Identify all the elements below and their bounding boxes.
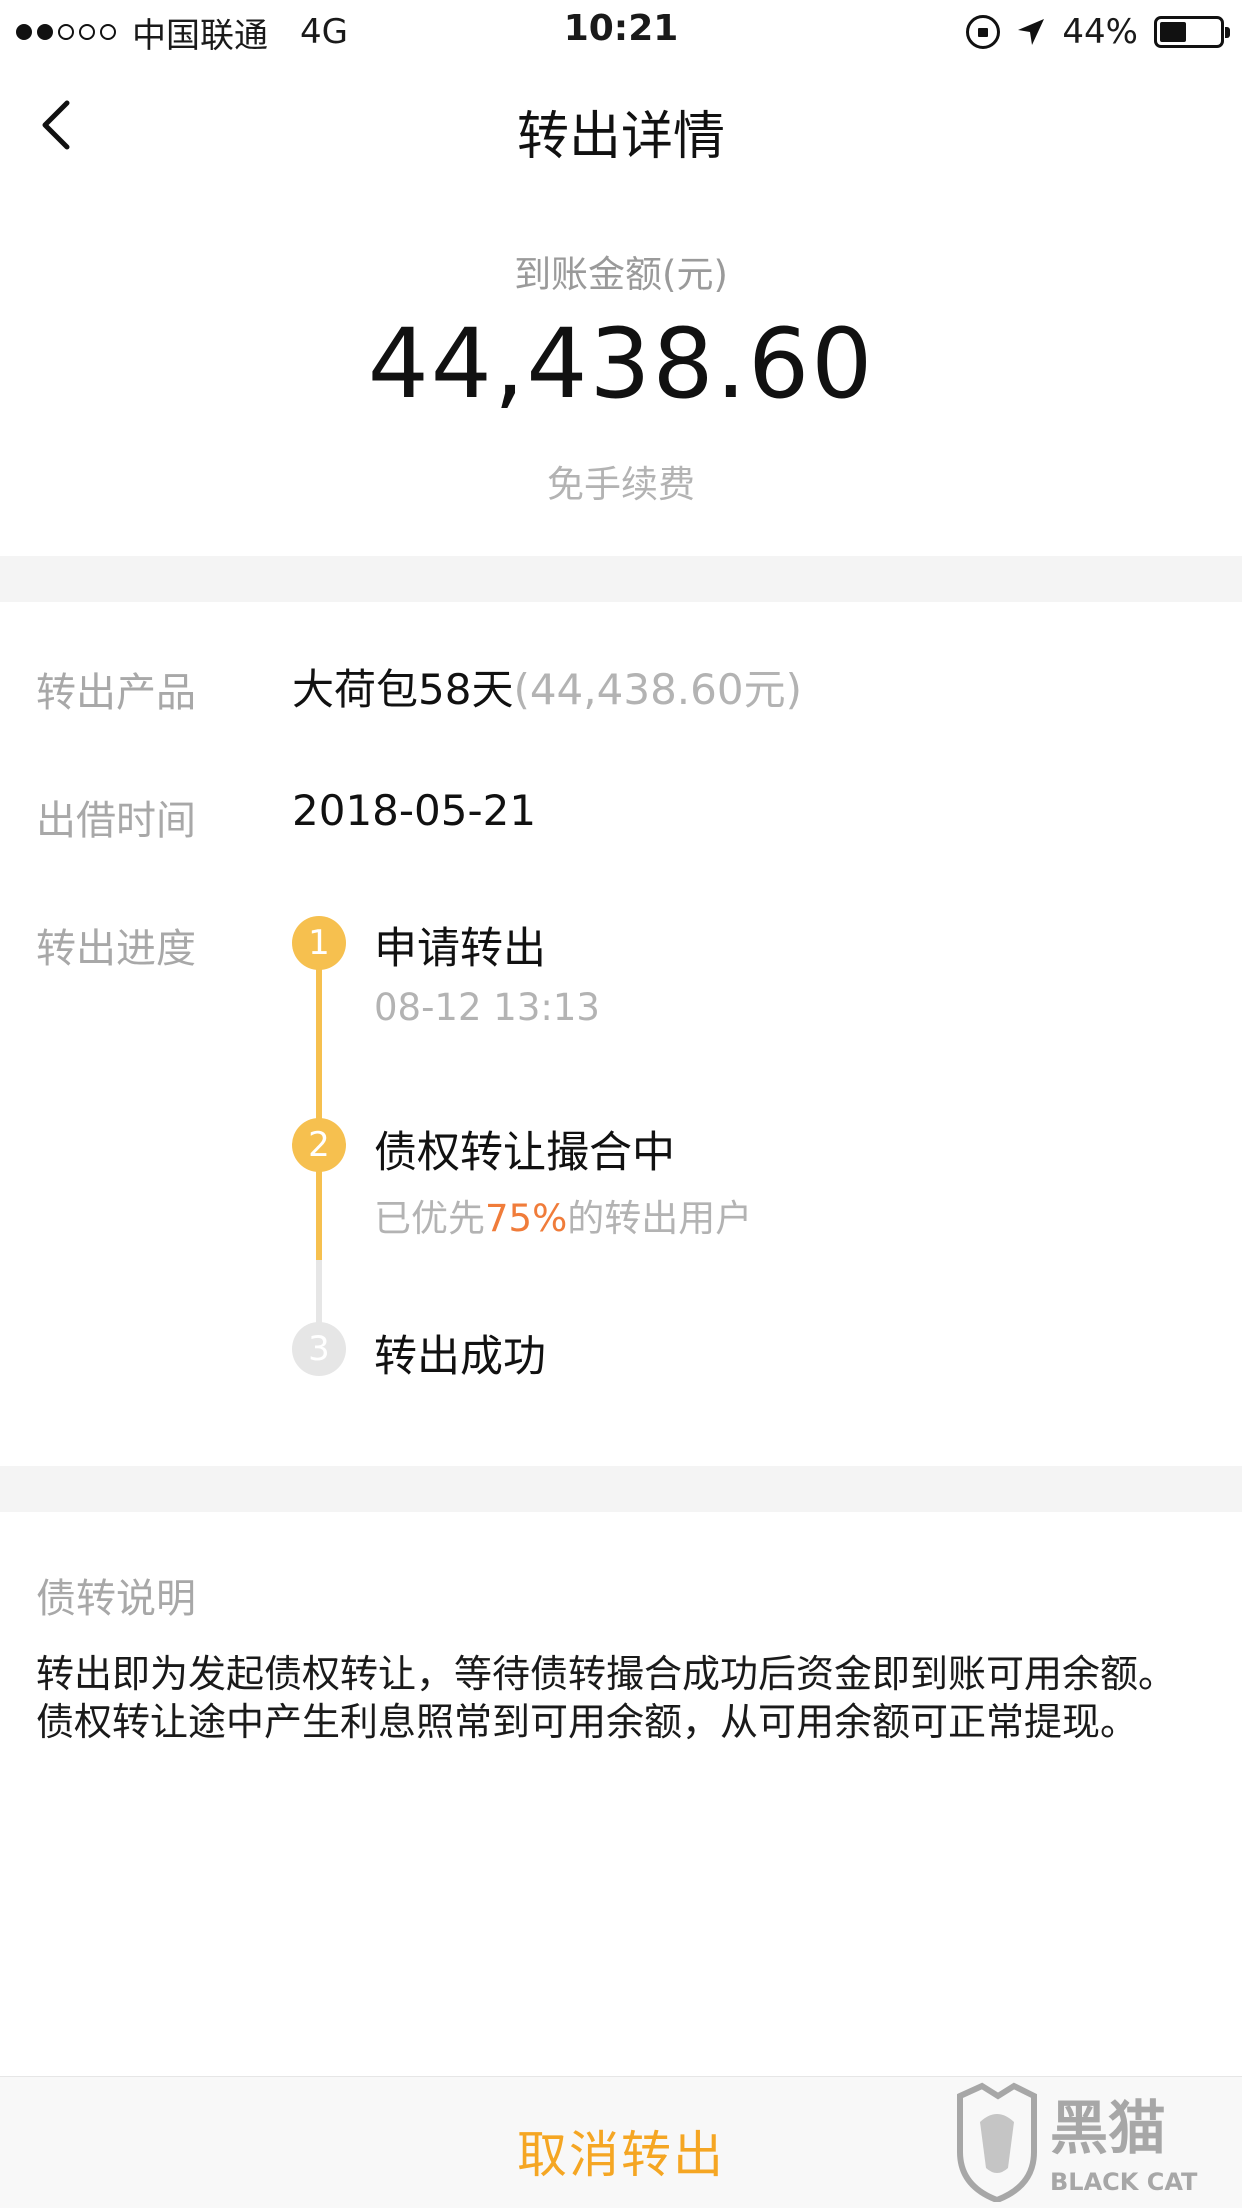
svg-text:黑猫: 黑猫	[1050, 2094, 1166, 2162]
fee-note: 免手续费	[547, 463, 695, 506]
battery-icon	[1154, 16, 1230, 48]
progress-label: 转出进度	[36, 926, 196, 972]
product-value: 大荷包58天(44,438.60元)	[292, 656, 802, 717]
status-bar-right: 44%	[966, 10, 1230, 54]
step-3-title: 转出成功	[374, 1332, 546, 1382]
step-2-status: 已优先75%的转出用户	[374, 1188, 752, 1242]
battery-percent: 44%	[1062, 12, 1138, 52]
rotation-lock-icon	[966, 15, 1001, 49]
step-2-status-prefix: 已优先	[374, 1197, 485, 1240]
step-1-title: 申请转出	[374, 924, 546, 974]
date-value: 2018-05-21	[292, 786, 537, 835]
black-cat-watermark-logo: 黑猫 BLACK CAT	[957, 2082, 1198, 2202]
product-name: 大荷包58天	[292, 665, 514, 714]
amount-section: 到账金额(元) 44,438.60 免手续费	[0, 192, 1242, 556]
step-3-number: 3	[292, 1322, 346, 1376]
section-divider	[0, 1466, 1242, 1512]
location-arrow-icon	[1018, 19, 1045, 45]
step-1-time: 08-12 13:13	[374, 986, 600, 1029]
section-divider	[0, 556, 1242, 602]
timeline-line-active	[316, 944, 322, 1260]
status-bar: 中国联通 4G 10:21 44%	[0, 0, 1242, 62]
step-2-number: 2	[292, 1118, 346, 1172]
date-label: 出借时间	[36, 798, 196, 844]
amount-label: 到账金额(元)	[514, 253, 728, 296]
page-title: 转出详情	[516, 107, 725, 167]
svg-text:BLACK CAT: BLACK CAT	[1050, 2168, 1198, 2196]
product-amount: (44,438.60元)	[513, 665, 802, 714]
note-title: 债转说明	[36, 1576, 196, 1622]
step-2-percent: 75%	[485, 1197, 568, 1240]
amount-value: 44,438.60	[367, 308, 875, 420]
step-2-status-suffix: 的转出用户	[567, 1197, 753, 1240]
step-1-number: 1	[292, 916, 346, 970]
note-body: 转出即为发起债权转让，等待债转撮合成功后资金即到账可用余额。债权转让途中产生利息…	[36, 1652, 1177, 1744]
product-label: 转出产品	[36, 670, 196, 716]
step-2-title: 债权转让撮合中	[374, 1128, 675, 1178]
nav-bar: 转出详情	[0, 62, 1242, 192]
